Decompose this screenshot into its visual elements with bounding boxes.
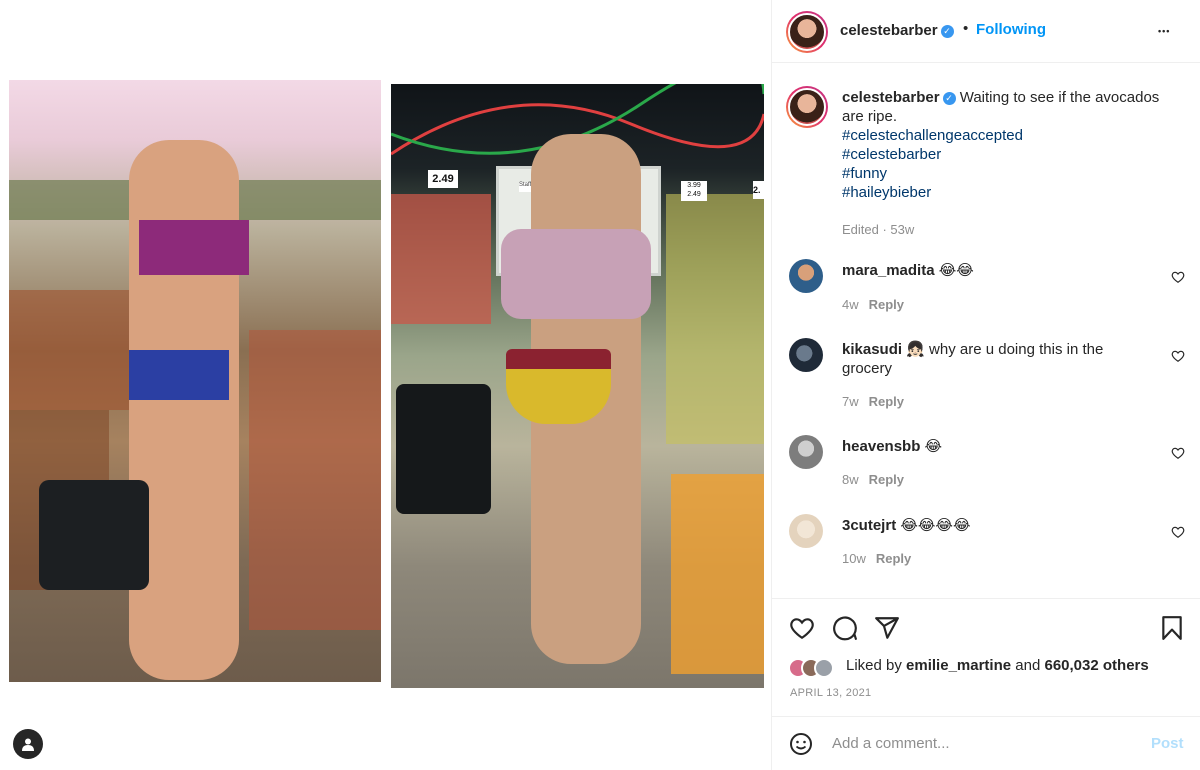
caption-author-avatar[interactable] [786, 86, 828, 128]
commenter-avatar[interactable] [789, 514, 823, 548]
price-tag-edge: 2. [753, 181, 764, 199]
hashtag-link[interactable]: #celestechallengeaccepted [842, 126, 1182, 145]
like-comment-heart-icon[interactable] [1171, 270, 1185, 284]
reply-button[interactable]: Reply [876, 551, 911, 566]
comment-age: 8w [842, 472, 859, 487]
comment-meta: 8w Reply [842, 472, 904, 487]
reply-button[interactable]: Reply [869, 297, 904, 312]
hashtag-link[interactable]: #haileybieber [842, 183, 1182, 202]
verified-badge-icon: ✓ [940, 25, 954, 38]
post-media[interactable]: Staff Only 2.49 3.992.49 2. [0, 0, 771, 770]
bookmark-icon[interactable] [1159, 615, 1185, 641]
likes-prefix: Liked by [846, 657, 902, 674]
author-username[interactable]: celestebarber [840, 22, 938, 39]
caption-username[interactable]: celestebarber [842, 89, 940, 106]
likes-summary: Liked by emilie_martine and 660,032 othe… [846, 657, 1149, 674]
like-comment-heart-icon[interactable] [1171, 525, 1185, 539]
comment-username[interactable]: heavensbb [842, 438, 920, 455]
comment-text: 😂😂 [938, 262, 974, 279]
like-comment-heart-icon[interactable] [1171, 349, 1185, 363]
comment-username[interactable]: kikasudi [842, 341, 902, 358]
post-actions: Liked by emilie_martine and 660,032 othe… [772, 598, 1200, 716]
comment-input[interactable]: Add a comment... [832, 735, 950, 752]
likes-and: and [1015, 657, 1041, 674]
liker-avatar [814, 658, 834, 678]
hashtag-link[interactable]: #celestebarber [842, 145, 1182, 164]
comment-text: 😂 [924, 438, 943, 455]
like-comment-heart-icon[interactable] [1171, 446, 1185, 460]
post-header: celestebarber ✓ • Following ••• [772, 0, 1200, 63]
hashtag-link[interactable]: #funny [842, 164, 1182, 183]
photo-left [9, 80, 381, 682]
more-options-icon[interactable]: ••• [1158, 26, 1170, 36]
post-comment-button[interactable]: Post [1151, 735, 1184, 752]
comment-age: 10w [842, 551, 866, 566]
instagram-post-page: Staff Only 2.49 3.992.49 2. celestebarbe… [0, 0, 1200, 770]
comment-body: kikasudi 👧🏻 why are u doing this in the … [842, 340, 1132, 378]
separator-dot: • [963, 20, 969, 37]
post-sidebar: celestebarber ✓ • Following ••• celesteba… [771, 0, 1200, 770]
comment-body: heavensbb 😂 [842, 437, 1142, 456]
liker-username[interactable]: emilie_martine [906, 657, 1011, 674]
author-name-row: celestebarber ✓ [840, 22, 954, 40]
reply-button[interactable]: Reply [869, 394, 904, 409]
heart-icon[interactable] [789, 615, 815, 641]
price-tag-right: 3.99 2.49 [681, 181, 707, 201]
comment-meta: 4w Reply [842, 297, 904, 312]
commenter-avatar[interactable] [789, 338, 823, 372]
commenter-avatar[interactable] [789, 259, 823, 293]
following-button[interactable]: Following [976, 21, 1046, 38]
commenter-avatar[interactable] [789, 435, 823, 469]
comment-age: 4w [842, 297, 859, 312]
author-avatar[interactable] [786, 11, 828, 53]
comment-body: 3cutejrt 😂😂😂😂 [842, 516, 1142, 535]
comment-body: mara_madita 😂😂 [842, 261, 1142, 280]
verified-badge-icon: ✓ [942, 92, 956, 105]
price-tag-left: 2.49 [428, 170, 458, 188]
user-tag-icon[interactable] [13, 729, 43, 759]
likes-others-count[interactable]: 660,032 others [1044, 657, 1148, 674]
comments-scroll-area[interactable]: celestebarber ✓ Waiting to see if the avo… [772, 64, 1200, 598]
edited-timestamp: Edited · 53w [842, 222, 915, 237]
share-icon[interactable] [874, 615, 900, 641]
reply-button[interactable]: Reply [869, 472, 904, 487]
comment-meta: 10w Reply [842, 551, 911, 566]
photo-right: Staff Only 2.49 3.992.49 2. [391, 84, 764, 688]
add-comment-bar: Add a comment... Post [772, 716, 1200, 770]
comment-text: 😂😂😂😂 [900, 517, 971, 534]
comment-username[interactable]: mara_madita [842, 262, 935, 279]
comment-username[interactable]: 3cutejrt [842, 517, 896, 534]
comment-icon[interactable] [832, 615, 858, 641]
comment-meta: 7w Reply [842, 394, 904, 409]
emoji-icon[interactable] [789, 732, 813, 756]
comment-age: 7w [842, 394, 859, 409]
post-date[interactable]: APRIL 13, 2021 [790, 687, 871, 699]
caption: celestebarber ✓ Waiting to see if the avo… [842, 88, 1182, 239]
